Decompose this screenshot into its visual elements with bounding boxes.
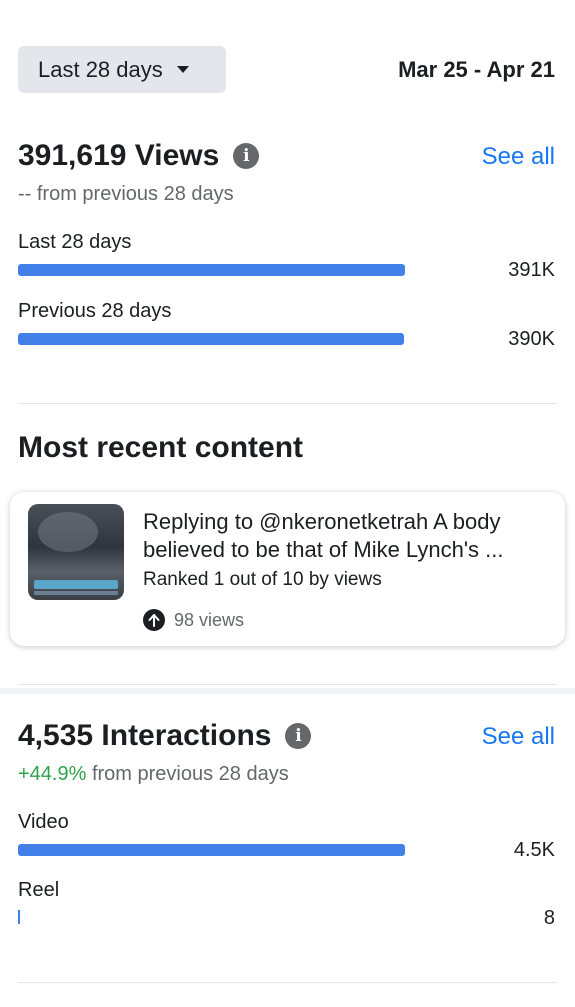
content-views-count: 98 views — [174, 609, 245, 630]
views-bar-prev — [18, 333, 488, 345]
views-title: 391,619 Views i — [18, 139, 260, 173]
recent-content-card[interactable]: Replying to @nkeronetketrah A body belie… — [10, 492, 565, 646]
content-title: Replying to @nkeronetketrah A body belie… — [143, 508, 543, 564]
insights-page: Last 28 days Mar 25 - Apr 21 391,619 Vie… — [0, 0, 575, 1007]
interactions-compare-text: +44.9% from previous 28 days — [18, 763, 289, 786]
interactions-see-all-link[interactable]: See all — [482, 723, 555, 751]
interactions-title: 4,535 Interactions i — [18, 719, 312, 753]
date-range-dropdown-label: Last 28 days — [38, 56, 163, 82]
divider — [18, 982, 557, 983]
info-icon[interactable]: i — [233, 143, 260, 169]
content-rank: Ranked 1 out of 10 by views — [143, 569, 382, 590]
interactions-bar-fill-video — [18, 844, 405, 856]
info-icon[interactable]: i — [285, 723, 312, 749]
interactions-bar-value-reel: 8 — [543, 907, 555, 929]
interactions-bar-video — [18, 844, 488, 856]
interactions-bar-label-reel: Reel — [18, 879, 60, 901]
interactions-bar-label-video: Video — [18, 811, 69, 833]
interactions-change: +44.9% — [18, 763, 87, 785]
caret-down-icon — [176, 66, 189, 73]
views-bar-value-prev: 390K — [508, 328, 555, 350]
views-bar-label-prev: Previous 28 days — [18, 300, 172, 322]
date-range-dropdown[interactable]: Last 28 days — [18, 46, 226, 93]
interactions-compare-suffix: from previous 28 days — [86, 763, 289, 785]
date-range-text: Mar 25 - Apr 21 — [398, 57, 555, 82]
views-bar-last — [18, 264, 488, 276]
arrow-up-icon — [143, 609, 165, 631]
divider — [18, 403, 557, 404]
video-thumbnail[interactable] — [28, 504, 124, 600]
divider — [18, 684, 557, 685]
views-bar-label-last: Last 28 days — [18, 231, 132, 253]
views-bar-fill-prev — [18, 333, 404, 345]
content-views: 98 views — [143, 609, 244, 631]
interactions-bar-fill-reel — [18, 910, 20, 924]
interactions-bar-value-video: 4.5K — [513, 839, 555, 861]
content-title-line2: believed to be that of Mike Lynch's ... — [143, 537, 504, 562]
recent-content-heading: Most recent content — [18, 431, 304, 464]
views-see-all-link[interactable]: See all — [482, 143, 555, 171]
section-separator — [0, 688, 575, 694]
interactions-bar-reel — [18, 910, 488, 924]
interactions-total: 4,535 Interactions — [18, 719, 272, 752]
views-total: 391,619 Views — [18, 139, 220, 172]
views-bar-fill-last — [18, 264, 405, 276]
views-compare-text: -- from previous 28 days — [18, 183, 234, 205]
views-bar-value-last: 391K — [508, 259, 555, 281]
content-title-line1: Replying to @nkeronetketrah A body — [143, 509, 501, 534]
